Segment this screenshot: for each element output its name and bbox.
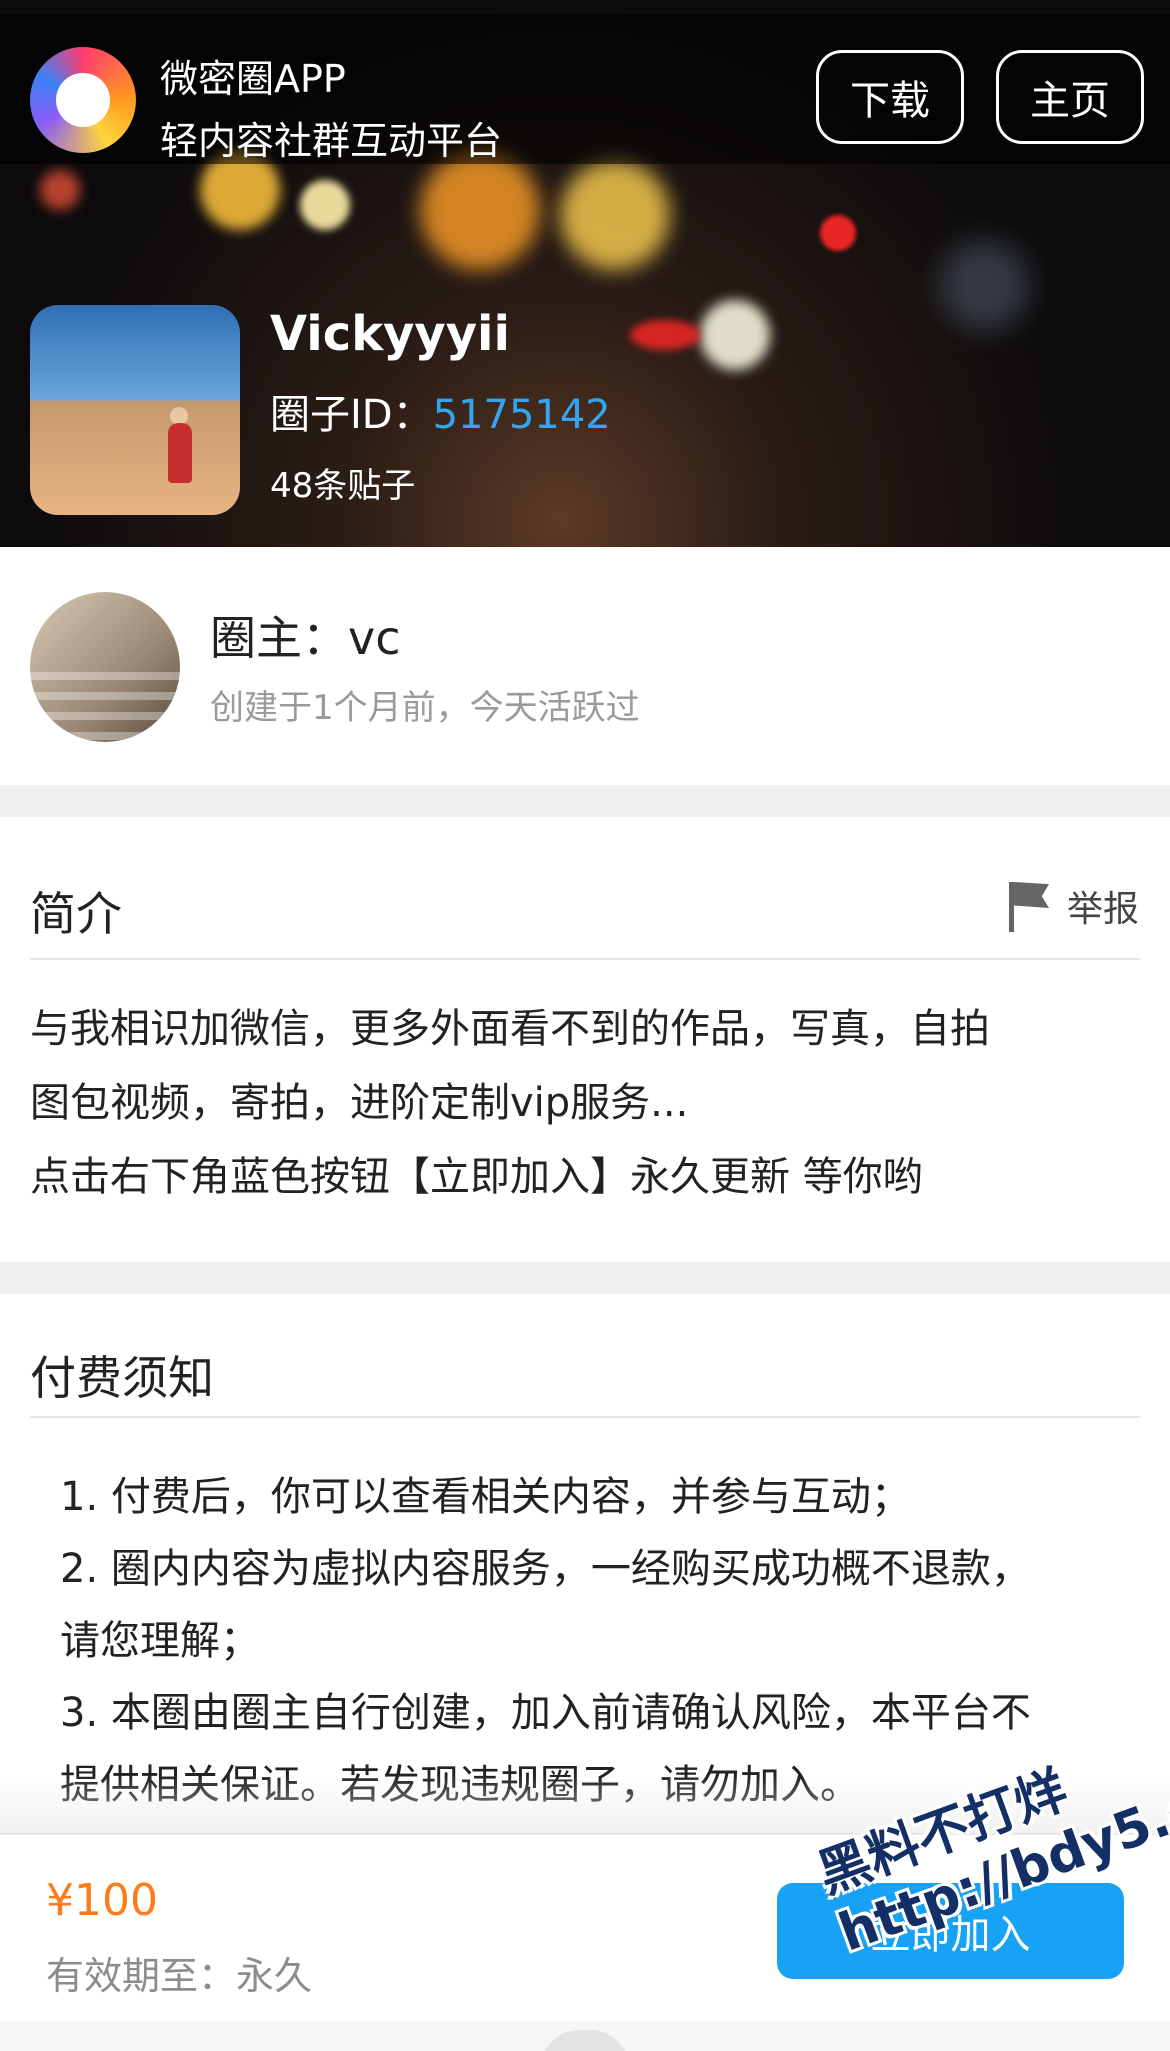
bokeh-light [940, 240, 1030, 330]
circle-id-row: 圈子ID：5175142 [270, 382, 611, 440]
owner-avatar[interactable] [30, 592, 180, 742]
owner-activity: 创建于1个月前，今天活跃过 [210, 688, 640, 728]
circle-header: 微密圈APP 轻内容社群互动平台 下载 主页 Vickyyyii 圈子ID：51… [0, 0, 1170, 547]
notice-line: 请您理解； [60, 1618, 260, 1664]
notice-line: 3. 本圈由圈主自行创建，加入前请确认风险，本平台不 [60, 1690, 1031, 1736]
intro-line: 图包视频，寄拍，进阶定制vip服务... [30, 1080, 689, 1126]
flag-icon [1005, 880, 1049, 932]
cover-figure [168, 423, 192, 483]
report-button[interactable]: 举报 [1005, 880, 1139, 932]
circle-id-value[interactable]: 5175142 [433, 392, 611, 438]
bokeh-light [560, 160, 670, 270]
bokeh-light [300, 180, 350, 230]
validity: 有效期至：永久 [46, 1954, 313, 1998]
notice-line: 2. 圈内内容为虚拟内容服务，一经购买成功概不退款， [60, 1546, 1031, 1592]
home-button[interactable]: 主页 [996, 50, 1144, 144]
notice-underline [30, 1416, 1140, 1418]
download-button[interactable]: 下载 [816, 50, 964, 144]
bokeh-light [40, 170, 80, 210]
section-divider [0, 785, 1170, 817]
owner-name: 圈主：vc [210, 611, 401, 665]
bokeh-light [630, 320, 700, 350]
bokeh-light [420, 150, 540, 270]
intro-line: 点击右下角蓝色按钮【立即加入】永久更新 等你哟 [30, 1154, 923, 1200]
price: ¥100 [46, 1875, 158, 1926]
circle-name: Vickyyyii [270, 306, 510, 362]
notice-title: 付费须知 [30, 1351, 214, 1405]
app-slogan: 轻内容社群互动平台 [160, 119, 503, 163]
intro-line: 与我相识加微信，更多外面看不到的作品，写真，自拍 [30, 1006, 990, 1052]
circle-cover-image [30, 305, 240, 515]
bokeh-light [820, 215, 856, 251]
bokeh-light [700, 300, 770, 370]
owner-section: 圈主：vc 创建于1个月前，今天活跃过 [0, 547, 1170, 785]
circle-post-count: 48条贴子 [270, 466, 416, 506]
circle-id-label: 圈子ID： [270, 392, 433, 438]
intro-underline [30, 958, 1140, 960]
app-promo-bar: 微密圈APP 轻内容社群互动平台 下载 主页 [0, 14, 1170, 164]
app-logo-icon [30, 47, 136, 153]
intro-title: 简介 [30, 887, 122, 941]
app-name: 微密圈APP [160, 57, 346, 101]
report-label: 举报 [1067, 889, 1140, 930]
section-divider [0, 1262, 1170, 1294]
notice-line: 1. 付费后，你可以查看相关内容，并参与互动； [60, 1474, 911, 1520]
